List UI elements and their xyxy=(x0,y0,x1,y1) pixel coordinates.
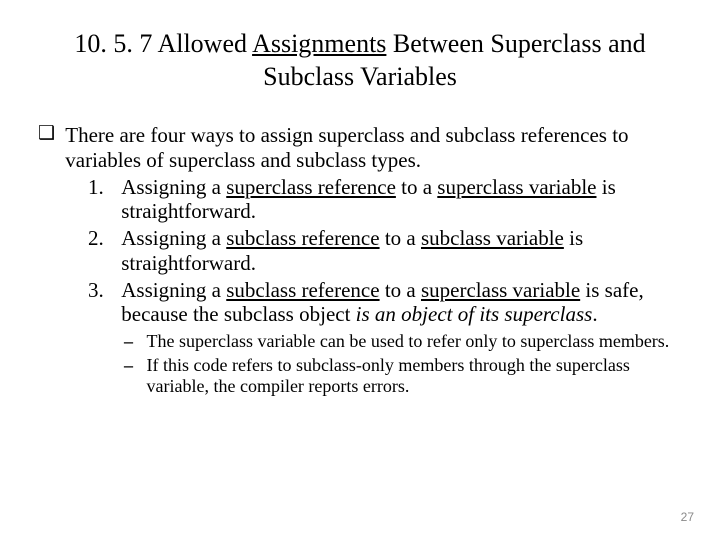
item-number: 1. xyxy=(88,175,116,200)
bullet-item: ❑ There are four ways to assign supercla… xyxy=(38,123,686,173)
slide-body: ❑ There are four ways to assign supercla… xyxy=(34,123,686,398)
list-item: 1. Assigning a superclass reference to a… xyxy=(88,175,686,225)
square-bullet-icon: ❑ xyxy=(38,123,60,145)
item-text: Assigning a subclass reference to a supe… xyxy=(121,278,681,328)
list-item: 3. Assigning a subclass reference to a s… xyxy=(88,278,686,328)
item-text: Assigning a superclass reference to a su… xyxy=(121,175,681,225)
sub-list: – The superclass variable can be used to… xyxy=(124,331,686,398)
list-item: 2. Assigning a subclass reference to a s… xyxy=(88,226,686,276)
dash-icon: – xyxy=(124,355,142,377)
dash-icon: – xyxy=(124,331,142,353)
page-number: 27 xyxy=(681,510,694,524)
numbered-list: 1. Assigning a superclass reference to a… xyxy=(88,175,686,328)
title-underlined: Assignments xyxy=(252,29,386,58)
title-pre: 10. 5. 7 Allowed xyxy=(74,29,252,58)
item-number: 3. xyxy=(88,278,116,303)
sub-item-text: The superclass variable can be used to r… xyxy=(147,331,677,353)
slide: 10. 5. 7 Allowed Assignments Between Sup… xyxy=(0,0,720,540)
intro-text: There are four ways to assign superclass… xyxy=(65,123,665,173)
item-number: 2. xyxy=(88,226,116,251)
sub-item-text: If this code refers to subclass-only mem… xyxy=(147,355,677,398)
sub-list-item: – The superclass variable can be used to… xyxy=(124,331,686,353)
sub-list-item: – If this code refers to subclass-only m… xyxy=(124,355,686,398)
item-text: Assigning a subclass reference to a subc… xyxy=(121,226,681,276)
slide-title: 10. 5. 7 Allowed Assignments Between Sup… xyxy=(44,28,676,93)
